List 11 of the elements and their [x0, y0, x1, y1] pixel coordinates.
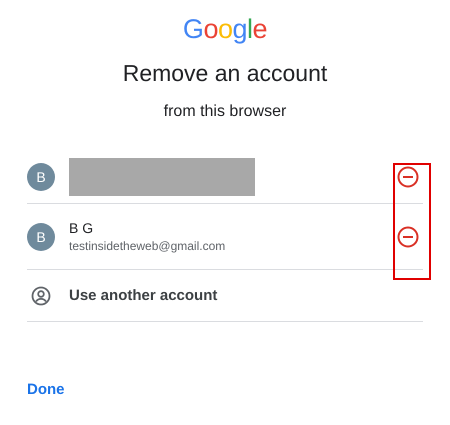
account-email: testinsidetheweb@gmail.com [69, 239, 226, 253]
google-logo: Google [182, 13, 268, 46]
account-name: B G [69, 220, 94, 236]
done-link[interactable]: Done [27, 381, 64, 398]
avatar: B [27, 222, 55, 250]
page-subtitle: from this browser [164, 103, 286, 121]
remove-icon[interactable] [397, 166, 419, 188]
remove-icon[interactable] [397, 226, 419, 248]
page-title: Remove an account [122, 60, 328, 87]
avatar: B [27, 163, 55, 191]
use-another-account[interactable]: Use another account [69, 287, 218, 304]
